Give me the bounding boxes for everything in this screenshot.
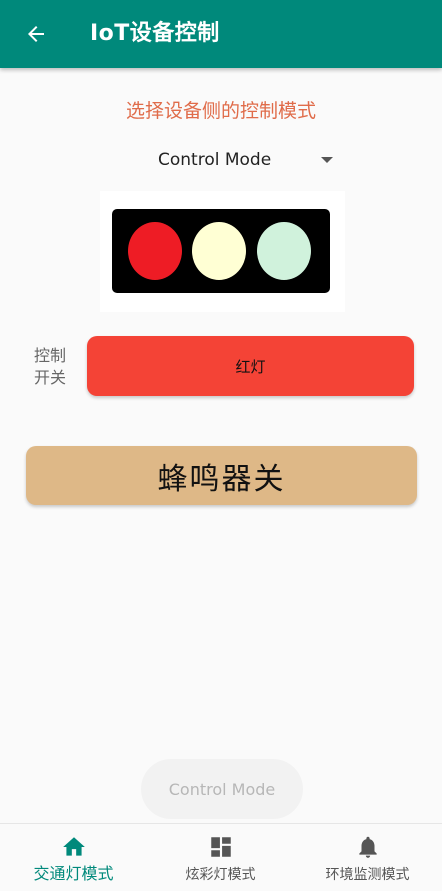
dropdown-arrow-icon [321, 157, 333, 163]
control-mode-dropdown[interactable]: Control Mode [138, 144, 338, 176]
arrow-left-icon [28, 26, 44, 42]
nav-label-environment: 环境监测模式 [325, 867, 410, 883]
bell-icon [358, 836, 377, 858]
yellow-lamp [192, 222, 246, 280]
nav-item-environment[interactable]: 环境监测模式 [294, 824, 441, 891]
traffic-light-housing [112, 209, 330, 293]
buzzer-button-label: 蜂鸣器关 [157, 461, 286, 497]
nav-label-traffic-light: 交通灯模式 [33, 864, 114, 883]
control-switch-label-text: 控制 开关 [33, 346, 66, 387]
bottom-navigation: 交通灯模式 炫彩灯模式 环境监测模式 [0, 823, 442, 891]
home-icon [62, 837, 85, 856]
page-title: IoT设备控制 [90, 21, 220, 46]
dashboard-icon [210, 837, 231, 857]
back-button[interactable] [20, 18, 52, 50]
app-bar: IoT设备控制 [0, 0, 442, 68]
red-light-button[interactable]: 红灯 [87, 336, 414, 396]
red-light-button-label: 红灯 [235, 357, 266, 376]
nav-item-color-light[interactable]: 炫彩灯模式 [147, 824, 294, 891]
control-switch-label: 控制 开关 [30, 345, 70, 389]
buzzer-toggle-button[interactable]: 蜂鸣器关 [26, 446, 417, 505]
control-mode-chip[interactable]: Control Mode [141, 759, 303, 819]
mode-subtitle: 选择设备侧的控制模式 [125, 100, 316, 122]
red-lamp [128, 222, 182, 280]
traffic-light-image [100, 191, 345, 312]
nav-item-traffic-light[interactable]: 交通灯模式 [0, 824, 147, 891]
control-mode-chip-label: Control Mode [168, 779, 276, 799]
green-lamp [257, 222, 311, 280]
dropdown-selected-value: Control Mode [158, 150, 272, 170]
nav-label-color-light: 炫彩灯模式 [185, 867, 256, 883]
